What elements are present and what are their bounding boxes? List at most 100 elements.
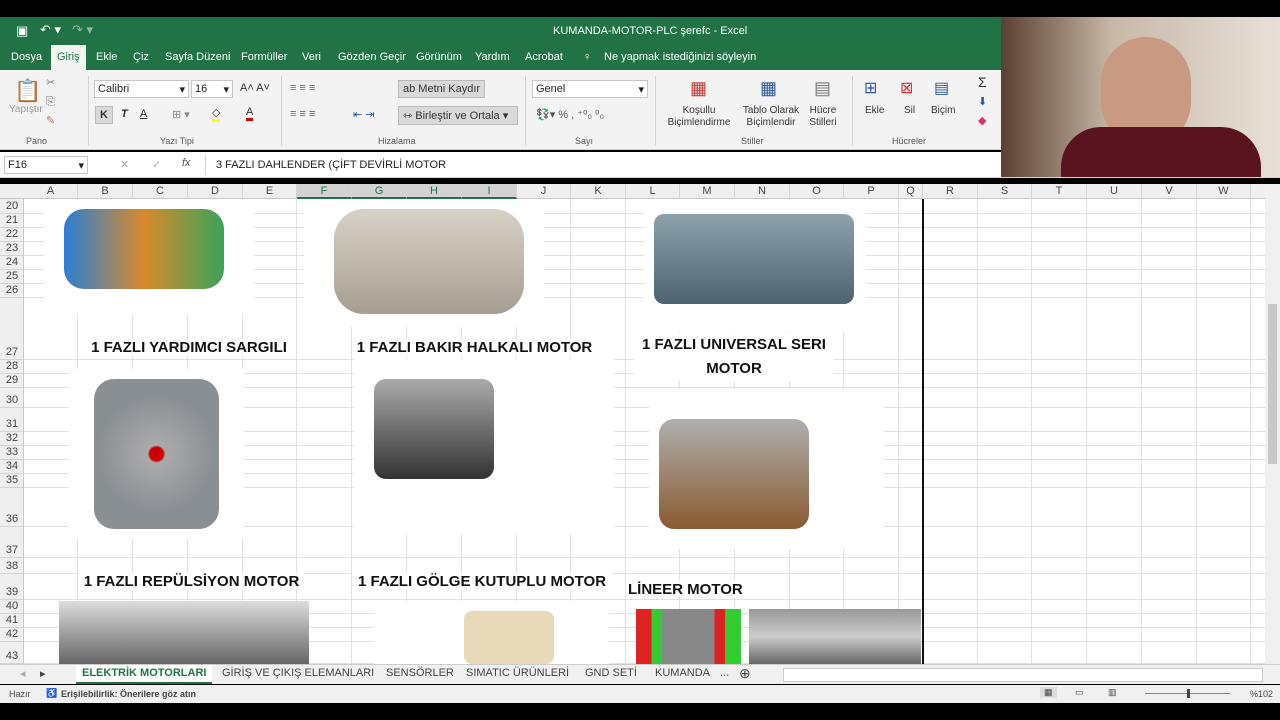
cancel-icon[interactable]: ✕ bbox=[120, 158, 129, 171]
column-header-O[interactable]: O bbox=[790, 184, 844, 199]
enter-icon[interactable]: ✓ bbox=[152, 158, 161, 171]
copy-icon[interactable]: ⎘ bbox=[46, 96, 55, 109]
column-header-M[interactable]: M bbox=[680, 184, 735, 199]
accessibility-status[interactable]: Erişilebilirlik: Önerilere göz atın bbox=[61, 689, 196, 699]
row-header-32[interactable]: 32 bbox=[0, 432, 23, 446]
motor-image-copper-ring[interactable] bbox=[304, 199, 544, 327]
formula-input[interactable]: 3 FAZLI DAHLENDER (ÇİFT DEVİRLİ MOTOR bbox=[205, 155, 1000, 175]
next-sheet-icon[interactable]: ▸ bbox=[40, 667, 46, 680]
column-header-R[interactable]: R bbox=[923, 184, 978, 199]
zoom-level[interactable]: %102 bbox=[1250, 689, 1273, 699]
row-header-34[interactable]: 34 bbox=[0, 460, 23, 474]
indent-icon[interactable]: ⇤ ⇥ bbox=[353, 108, 375, 121]
format-button[interactable]: Biçim bbox=[931, 105, 955, 116]
sheet-tab-simatic[interactable]: SIMATIC ÜRÜNLERİ bbox=[466, 667, 569, 679]
motor-image-universal-series[interactable] bbox=[644, 199, 866, 332]
sheet-tab-giris-cikis[interactable]: GİRİŞ VE ÇIKIŞ ELEMANLARI bbox=[222, 667, 374, 679]
page-break-view-icon[interactable]: ▥ bbox=[1108, 687, 1117, 698]
row-header-29[interactable]: 29 bbox=[0, 374, 23, 388]
clear-icon[interactable]: ◆ bbox=[978, 114, 986, 127]
row-header-35[interactable]: 35 bbox=[0, 474, 23, 488]
name-box[interactable]: F16 ▾ bbox=[4, 156, 88, 174]
horizontal-scrollbar[interactable] bbox=[783, 668, 1263, 682]
row-header-27[interactable]: 27 bbox=[0, 298, 23, 360]
motor-image-shaded-pole[interactable] bbox=[354, 359, 614, 534]
format-as-table-button[interactable]: Tablo Olarak Biçimlendir bbox=[738, 105, 804, 129]
row-header-30[interactable]: 30 bbox=[0, 388, 23, 408]
tab-giris[interactable]: Giriş bbox=[51, 45, 86, 70]
tab-gorunum[interactable]: Görünüm bbox=[416, 51, 462, 63]
tab-sayfa-duzeni[interactable]: Sayfa Düzeni bbox=[165, 51, 230, 63]
save-icon[interactable]: ▣ bbox=[16, 23, 28, 39]
row-header-21[interactable]: 21 bbox=[0, 214, 23, 228]
row-header-25[interactable]: 25 bbox=[0, 270, 23, 284]
row-header-20[interactable]: 20 bbox=[0, 199, 23, 214]
column-header-W[interactable]: W bbox=[1197, 184, 1251, 199]
cut-icon[interactable]: ✂ bbox=[46, 76, 55, 89]
motor-image-universal[interactable] bbox=[649, 389, 884, 549]
column-header-B[interactable]: B bbox=[78, 184, 133, 199]
column-header-F[interactable]: F bbox=[297, 184, 352, 199]
fill-color-icon[interactable]: ◇ bbox=[212, 106, 221, 122]
linear-motor-diagram[interactable] bbox=[636, 609, 741, 664]
column-header-U[interactable]: U bbox=[1087, 184, 1142, 199]
vertical-scrollbar[interactable] bbox=[1265, 184, 1280, 664]
font-size-select[interactable]: 16 ▾ bbox=[191, 80, 233, 98]
row-header-23[interactable]: 23 bbox=[0, 242, 23, 256]
row-header-24[interactable]: 24 bbox=[0, 256, 23, 270]
zoom-slider[interactable] bbox=[1145, 689, 1230, 698]
conditional-format-button[interactable]: Koşullu Biçimlendirme bbox=[664, 105, 734, 129]
row-header-28[interactable]: 28 bbox=[0, 360, 23, 374]
sheet-tab-gnd-seti[interactable]: GND SETİ bbox=[585, 667, 637, 679]
motor-image-shaded-pole-2[interactable] bbox=[374, 601, 609, 664]
motor-image-repulsion[interactable] bbox=[69, 369, 244, 539]
undo-icon[interactable]: ↶ ▾ bbox=[40, 22, 61, 38]
italic-button[interactable]: T bbox=[121, 108, 128, 120]
column-header-V[interactable]: V bbox=[1142, 184, 1197, 199]
format-painter-icon[interactable]: ✎ bbox=[46, 114, 55, 127]
row-header-41[interactable]: 41 bbox=[0, 614, 23, 628]
align-top-icon[interactable]: ≡ ≡ ≡ bbox=[290, 82, 315, 94]
font-name-select[interactable]: Calibri ▾ bbox=[94, 80, 189, 98]
bold-button[interactable]: K bbox=[95, 106, 113, 124]
font-color-icon[interactable]: A bbox=[246, 106, 254, 121]
delete-button[interactable]: Sil bbox=[904, 105, 915, 116]
merge-center-button[interactable]: ⇿ Birleştir ve Ortala ▾ bbox=[398, 106, 518, 125]
column-header-H[interactable]: H bbox=[407, 184, 462, 199]
normal-view-icon[interactable]: ▦ bbox=[1040, 687, 1057, 698]
column-header-C[interactable]: C bbox=[133, 184, 188, 199]
row-header-38[interactable]: 38 bbox=[0, 558, 23, 574]
row-header-43[interactable]: 43 bbox=[0, 642, 23, 664]
column-header-K[interactable]: K bbox=[571, 184, 626, 199]
row-header-39[interactable]: 39 bbox=[0, 574, 23, 600]
tab-yardim[interactable]: Yardım bbox=[475, 51, 510, 63]
row-header-37[interactable]: 37 bbox=[0, 527, 23, 558]
column-header-G[interactable]: G bbox=[352, 184, 407, 199]
tab-ciz[interactable]: Çiz bbox=[133, 51, 149, 63]
redo-icon[interactable]: ↷ ▾ bbox=[72, 22, 93, 38]
row-header-40[interactable]: 40 bbox=[0, 600, 23, 614]
tab-acrobat[interactable]: Acrobat bbox=[525, 51, 563, 63]
motor-image-repulsion-2[interactable] bbox=[59, 601, 309, 664]
underline-button[interactable]: A bbox=[140, 108, 147, 120]
more-sheets-button[interactable]: ... bbox=[720, 667, 729, 679]
sheet-tab-sensorler[interactable]: SENSÖRLER bbox=[386, 667, 454, 679]
tab-gozden-gecir[interactable]: Gözden Geçir bbox=[338, 51, 406, 63]
wrap-text-button[interactable]: ab Metni Kaydır bbox=[398, 80, 486, 98]
column-header-E[interactable]: E bbox=[243, 184, 297, 199]
tab-dosya[interactable]: Dosya bbox=[11, 51, 42, 63]
sheet-tab-kumanda[interactable]: KUMANDA bbox=[655, 667, 710, 679]
cell-styles-button[interactable]: Hücre Stilleri bbox=[804, 105, 842, 129]
borders-icon[interactable]: ⊞ ▾ bbox=[172, 108, 190, 121]
tab-ekle[interactable]: Ekle bbox=[96, 51, 117, 63]
column-header-A[interactable]: A bbox=[24, 184, 78, 199]
column-header-S[interactable]: S bbox=[978, 184, 1032, 199]
linear-motor-photo[interactable] bbox=[749, 609, 921, 664]
row-header-22[interactable]: 22 bbox=[0, 228, 23, 242]
column-header-Q[interactable]: Q bbox=[899, 184, 923, 199]
number-format-select[interactable]: Genel ▾ bbox=[532, 80, 648, 98]
row-header-31[interactable]: 31 bbox=[0, 408, 23, 432]
align-left-icon[interactable]: ≡ ≡ ≡ bbox=[290, 108, 315, 120]
tab-veri[interactable]: Veri bbox=[302, 51, 321, 63]
sheet-tab-elektrik-motorlari[interactable]: ELEKTRİK MOTORLARI bbox=[76, 665, 213, 684]
